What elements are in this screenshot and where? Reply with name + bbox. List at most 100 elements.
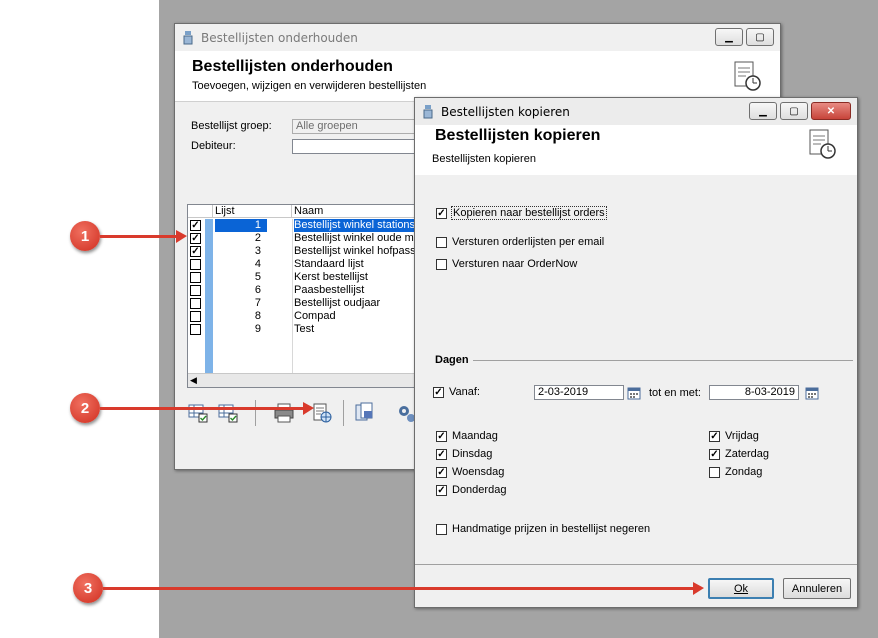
row-list-number: 2 [254, 232, 261, 244]
dialog-maximize-button[interactable]: ▢ [780, 102, 808, 120]
app-icon [421, 104, 435, 120]
row-checkbox[interactable] [190, 259, 201, 270]
day-woensdag[interactable]: ✓ Woensdag [436, 466, 504, 478]
table-row[interactable]: 5 Kerst bestellijst [188, 271, 418, 284]
until-label: tot en met: [649, 387, 701, 399]
table-row[interactable]: 4 Standaard lijst [188, 258, 418, 271]
table-row[interactable]: 9 Test [188, 323, 418, 336]
row-list-name: Standaard lijst [294, 258, 364, 270]
maximize-button[interactable]: ▢ [746, 28, 774, 46]
until-calendar-icon[interactable] [805, 386, 819, 400]
row-checkbox[interactable]: ✓ [190, 220, 201, 231]
grid-header: Lijst Naam [188, 205, 418, 218]
day-dinsdag-label: Dinsdag [452, 448, 493, 460]
row-checkbox[interactable] [190, 285, 201, 296]
day-dinsdag[interactable]: ✓ Dinsdag [436, 448, 492, 460]
table-row[interactable]: 8 Compad [188, 310, 418, 323]
day-vrijdag[interactable]: ✓ Vrijdag [709, 430, 759, 442]
option-copy-to-orders-checkbox[interactable]: ✓ [436, 207, 447, 219]
table-row[interactable]: 6 Paasbestellijst [188, 284, 418, 297]
group-select[interactable]: Alle groepen [292, 119, 422, 134]
row-checkbox[interactable] [190, 324, 201, 335]
dialog-minimize-button[interactable]: ▁ [749, 102, 777, 120]
day-zaterdag-label: Zaterdag [725, 448, 770, 460]
row-list-name: Compad [294, 310, 336, 322]
ignore-manual-prices-checkbox[interactable] [436, 523, 447, 535]
table-row[interactable]: 7 Bestellijst oudjaar [188, 297, 418, 310]
day-maandag-label: Maandag [452, 430, 498, 442]
table-row[interactable]: ✓ 3 Bestellijst winkel hofpassa [188, 245, 418, 258]
option-send-email[interactable]: Versturen orderlijsten per email [436, 236, 604, 248]
grid-header-check[interactable] [188, 205, 213, 218]
option-copy-to-orders-label: Kopieren naar bestellijst orders [451, 206, 607, 220]
row-list-name: Bestellijst winkel hofpassa [294, 245, 419, 257]
callout-2: 2 [70, 393, 100, 423]
document-copy-icon[interactable] [353, 402, 375, 424]
order-list-grid[interactable]: Lijst Naam ✓ 1 Bestellijst winkel stations… [187, 204, 419, 388]
print-icon[interactable] [273, 402, 295, 424]
from-date-checkbox[interactable]: ✓ [433, 386, 444, 398]
row-checkbox[interactable] [190, 272, 201, 283]
day-zaterdag-checkbox[interactable]: ✓ [709, 448, 720, 460]
option-copy-to-orders[interactable]: ✓ Kopieren naar bestellijst orders [436, 206, 607, 220]
day-zaterdag[interactable]: ✓ Zaterdag [709, 448, 769, 460]
scroll-left-arrow[interactable]: ◀ [190, 375, 202, 386]
group-label: Bestellijst groep: [191, 120, 272, 132]
option-send-ordernow-checkbox[interactable] [436, 258, 447, 270]
until-date-input[interactable]: 8-03-2019 [709, 385, 799, 400]
day-donderdag-checkbox[interactable]: ✓ [436, 484, 447, 496]
day-maandag-checkbox[interactable]: ✓ [436, 430, 447, 442]
dialog-titlebar[interactable]: Bestellijsten kopieren ▁ ▢ ✕ [415, 98, 857, 125]
row-checkbox[interactable]: ✓ [190, 246, 201, 257]
grid-header-name[interactable]: Naam [292, 205, 418, 218]
row-list-number: 7 [254, 297, 261, 309]
day-zondag[interactable]: Zondag [709, 466, 762, 478]
copy-lists-icon[interactable] [311, 402, 333, 424]
dialog-close-button[interactable]: ✕ [811, 102, 851, 120]
debtor-input[interactable] [292, 139, 422, 154]
option-send-ordernow-label: Versturen naar OrderNow [452, 258, 578, 270]
main-window-titlebar[interactable]: Bestellijsten onderhouden ▁ ▢ [175, 24, 780, 51]
minimize-button[interactable]: ▁ [715, 28, 743, 46]
dialog-header-subtitle: Bestellijsten kopieren [432, 153, 536, 165]
debtor-label: Debiteur: [191, 140, 236, 152]
day-donderdag-label: Donderdag [452, 484, 507, 496]
from-calendar-icon[interactable] [627, 386, 641, 400]
row-list-name: Bestellijst winkel stations [294, 219, 418, 232]
day-woensdag-checkbox[interactable]: ✓ [436, 466, 447, 478]
from-date-toggle[interactable]: ✓ Vanaf: [433, 386, 480, 398]
from-label: Vanaf: [449, 386, 480, 398]
day-donderdag[interactable]: ✓ Donderdag [436, 484, 506, 496]
row-list-number: 4 [254, 258, 261, 270]
option-send-ordernow[interactable]: Versturen naar OrderNow [436, 258, 577, 270]
option-send-email-checkbox[interactable] [436, 236, 447, 248]
row-list-name: Paasbestellijst [294, 284, 365, 296]
ok-button[interactable]: Ok [708, 578, 774, 599]
day-zondag-label: Zondag [725, 466, 763, 478]
ignore-manual-prices[interactable]: Handmatige prijzen in bestellijst negere… [436, 523, 650, 535]
day-zondag-checkbox[interactable] [709, 466, 720, 478]
select-all-icon[interactable] [187, 402, 209, 424]
document-clock-icon [731, 60, 763, 95]
days-section-title: Dagen [435, 354, 469, 366]
horizontal-scrollbar[interactable]: ◀ [188, 373, 418, 387]
day-vrijdag-checkbox[interactable]: ✓ [709, 430, 720, 442]
row-checkbox[interactable] [190, 298, 201, 309]
day-woensdag-label: Woensdag [452, 466, 505, 478]
day-maandag[interactable]: ✓ Maandag [436, 430, 498, 442]
table-row[interactable]: ✓ 2 Bestellijst winkel oude ma [188, 232, 418, 245]
callout-2-arrow [100, 402, 314, 415]
table-row[interactable]: ✓ 1 Bestellijst winkel stations [188, 219, 418, 232]
callout-1: 1 [70, 221, 100, 251]
days-section-divider [473, 360, 853, 361]
callout-3: 3 [73, 573, 103, 603]
from-date-input[interactable]: 2-03-2019 [534, 385, 624, 400]
row-checkbox[interactable] [190, 311, 201, 322]
cancel-button[interactable]: Annuleren [783, 578, 851, 599]
grid-header-list[interactable]: Lijst [213, 205, 292, 218]
row-checkbox[interactable]: ✓ [190, 233, 201, 244]
deselect-all-icon[interactable] [217, 402, 239, 424]
row-list-name: Kerst bestellijst [294, 271, 368, 283]
day-dinsdag-checkbox[interactable]: ✓ [436, 448, 447, 460]
callout-3-arrow [103, 582, 704, 595]
